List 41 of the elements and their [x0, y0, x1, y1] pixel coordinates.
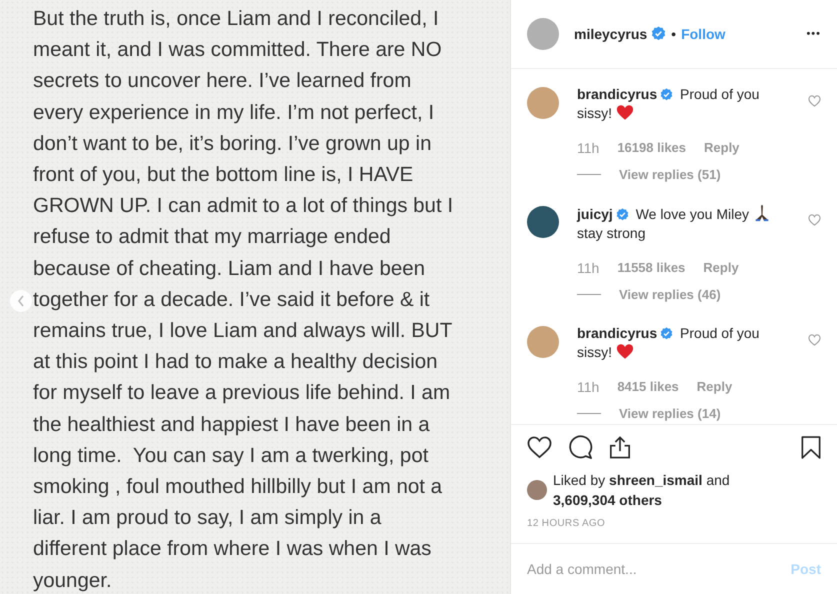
- comment-text: We love you Miley: [636, 206, 750, 222]
- praying-hands-icon: [752, 204, 771, 222]
- previous-button[interactable]: [10, 290, 32, 312]
- comment-username[interactable]: brandicyrus: [577, 324, 658, 341]
- view-replies-link[interactable]: View replies (14): [619, 406, 721, 422]
- comment-icon[interactable]: [568, 435, 593, 460]
- share-icon[interactable]: [609, 435, 631, 460]
- like-count[interactable]: 11558 likes: [617, 260, 686, 276]
- avatar[interactable]: [527, 480, 547, 500]
- comment-time: 11h: [577, 140, 600, 156]
- heart-icon: [616, 342, 634, 360]
- reply-link[interactable]: Reply: [703, 260, 739, 276]
- comment-text: stay strong: [577, 224, 646, 241]
- comment-username[interactable]: juicyj: [577, 206, 613, 222]
- comment-text: sissy!: [577, 344, 612, 360]
- likes-text: Liked by shreen_ismail and 3,609,304 others: [553, 471, 730, 510]
- follow-link[interactable]: Follow: [681, 26, 726, 42]
- comment-text: Proud of you: [680, 324, 760, 341]
- comment-text: Proud of you: [680, 86, 760, 102]
- like-count[interactable]: 8415 likes: [617, 378, 679, 395]
- comment-time: 11h: [577, 378, 600, 395]
- username[interactable]: mileycyrus: [574, 26, 648, 42]
- like-count[interactable]: 16198 likes: [617, 140, 686, 156]
- more-button[interactable]: •••: [806, 28, 821, 40]
- view-replies-link[interactable]: View replies (46): [619, 287, 721, 302]
- bookmark-icon[interactable]: [801, 435, 821, 460]
- timestamp: 12 HOURS AGO: [511, 518, 837, 544]
- comment-username[interactable]: brandicyrus: [577, 86, 658, 102]
- heart-icon: [616, 104, 634, 121]
- avatar[interactable]: [527, 206, 559, 238]
- chevron-icon: [17, 295, 25, 307]
- comment-field[interactable]: Add a comment...: [527, 561, 791, 577]
- separator: •: [671, 26, 676, 42]
- reply-link[interactable]: Reply: [696, 378, 732, 395]
- like-icon[interactable]: [527, 436, 552, 459]
- view-replies-link[interactable]: View replies (51): [619, 167, 721, 182]
- post-button[interactable]: Post: [790, 561, 821, 577]
- post-text: But the truth is, once Liam and I reconciled, I meant it, and I was committed. There are NO secrets to uncover here. I’ve learned from every experience in my life. I’m not perfect, I don’t want to be, it’s boring. I’ve grown up in front of you, but the bottom line is, I HAVE GROWN UP. I can admit to a lot of things but I refuse to admit that my marriage ended because of cheating. Liam and I have been together for a decade. I’ve said it before & it remains true, I love Liam and always will. BUT at this point I had to make a healthy decision for myself to leave a previous life behind. I am the healthiest and happiest I have been in a long time. You can say I am a twerking, pot smoking , foul mouthed hillbilly but I am not a liar. I am proud to say, I am simply in a different place from where I was when I was younger.: [33, 6, 454, 594]
- comment-text: sissy!: [577, 104, 612, 121]
- comment-time: 11h: [577, 260, 600, 276]
- reply-link[interactable]: Reply: [704, 140, 740, 156]
